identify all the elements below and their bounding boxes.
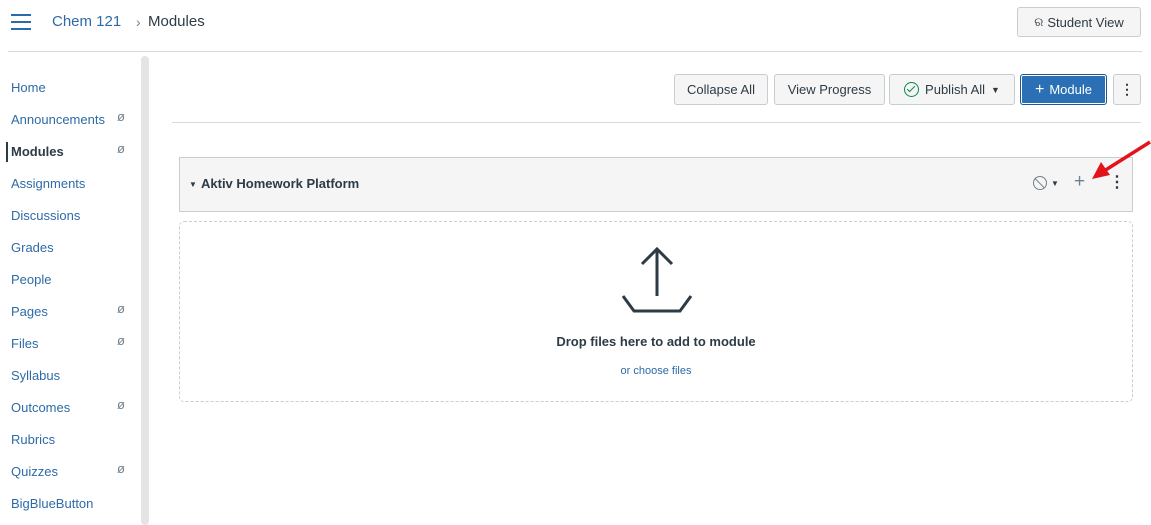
view-progress-button[interactable]: View Progress (774, 74, 885, 105)
sidebar-item-outcomes[interactable]: Outcomes (11, 400, 70, 415)
sidebar-item-syllabus[interactable]: Syllabus (11, 368, 60, 383)
module-header: ▼ Aktiv Homework Platform ▼ + ⋮ (179, 157, 1133, 212)
publish-menu-chevron-icon[interactable]: ▼ (1051, 179, 1059, 188)
sidebar-item-announcements[interactable]: Announcements (11, 112, 105, 127)
publish-all-button[interactable]: Publish All ▼ (889, 74, 1015, 105)
sidebar-item-grades[interactable]: Grades (11, 240, 54, 255)
sidebar-item-files[interactable]: Files (11, 336, 38, 351)
file-drop-zone[interactable]: Drop files here to add to module or choo… (179, 221, 1133, 402)
sidebar-item-pages[interactable]: Pages (11, 304, 48, 319)
student-view-label: Student View (1047, 14, 1124, 30)
sidebar-item-assignments[interactable]: Assignments (11, 176, 85, 191)
upload-icon (621, 246, 693, 313)
eye-off-icon: ø (117, 109, 125, 124)
add-module-button[interactable]: + Module (1020, 74, 1107, 105)
add-item-button[interactable]: + (1074, 171, 1085, 193)
sidebar-item-bigbluebutton[interactable]: BigBlueButton (11, 496, 93, 511)
sidebar-item-discussions[interactable]: Discussions (11, 208, 80, 223)
unpublished-icon[interactable] (1033, 176, 1047, 190)
check-circle-icon (904, 82, 920, 97)
sidebar-item-rubrics[interactable]: Rubrics (11, 432, 55, 447)
page-header: Chem 121 › Modules ର Student View (0, 0, 1151, 52)
breadcrumb-current-page: Modules (148, 13, 205, 30)
toolbar-divider (172, 122, 1141, 123)
annotation-arrow-icon (1092, 140, 1151, 179)
eye-off-icon: ø (117, 461, 125, 476)
glasses-icon: ର (1034, 14, 1044, 29)
active-indicator (6, 142, 8, 162)
breadcrumb-separator: › (136, 14, 141, 30)
choose-files-link[interactable]: or choose files (180, 365, 1132, 377)
publish-all-label: Publish All (925, 82, 986, 97)
sidebar-scrollbar[interactable] (141, 56, 149, 525)
plus-icon: + (1035, 80, 1045, 98)
module-title: Aktiv Homework Platform (201, 176, 360, 191)
sidebar-item-quizzes[interactable]: Quizzes (11, 464, 58, 479)
sidebar-item-home[interactable]: Home (11, 80, 46, 95)
breadcrumb-course-link[interactable]: Chem 121 (52, 13, 121, 30)
sidebar-item-people[interactable]: People (11, 272, 51, 287)
eye-off-icon: ø (117, 301, 125, 316)
eye-off-icon: ø (117, 141, 125, 156)
student-view-button[interactable]: ର Student View (1017, 7, 1141, 37)
collapse-module-icon[interactable]: ▼ (189, 180, 197, 189)
header-divider (8, 51, 1142, 52)
eye-off-icon: ø (117, 333, 125, 348)
add-module-label: Module (1049, 82, 1092, 97)
drop-files-message: Drop files here to add to module (556, 334, 756, 349)
hamburger-icon[interactable] (11, 12, 33, 32)
collapse-all-button[interactable]: Collapse All (674, 74, 768, 105)
more-options-button[interactable]: ⋮ (1113, 74, 1141, 105)
chevron-down-icon: ▼ (991, 84, 1000, 95)
sidebar-item-modules[interactable]: Modules (11, 144, 64, 159)
eye-off-icon: ø (117, 397, 125, 412)
